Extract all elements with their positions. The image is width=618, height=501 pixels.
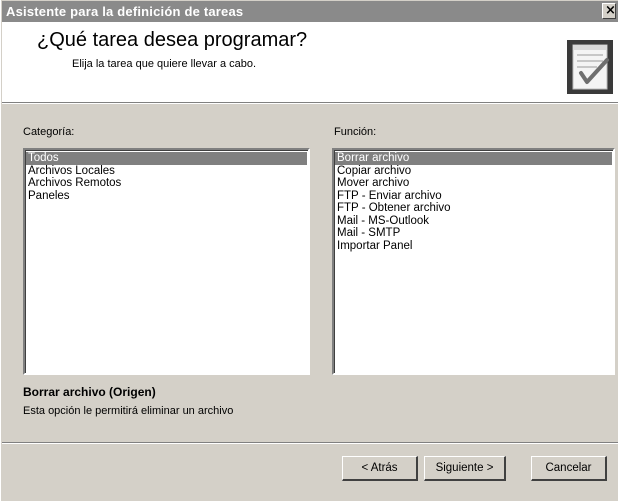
next-button[interactable]: Siguiente > — [424, 456, 506, 481]
close-icon: × — [605, 3, 616, 18]
task-description-text: Esta opción le permitirá eliminar un arc… — [23, 405, 234, 417]
list-item[interactable]: FTP - Obtener archivo — [335, 202, 612, 215]
categoria-listbox[interactable]: Todos Archivos Locales Archivos Remotos Pan… — [23, 148, 310, 375]
funcion-label: Función: — [334, 126, 377, 138]
list-item[interactable]: Copiar archivo — [335, 165, 612, 178]
list-item[interactable]: Importar Panel — [335, 240, 612, 253]
cancel-button[interactable]: Cancelar — [531, 456, 607, 481]
back-button[interactable]: < Atrás — [342, 456, 418, 481]
back-button-label: < Atrás — [361, 461, 398, 474]
list-item[interactable]: Todos — [26, 152, 307, 165]
task-description-title: Borrar archivo (Origen) — [23, 385, 156, 399]
checklist-icon — [567, 40, 613, 94]
list-item[interactable]: Mail - MS-Outlook — [335, 215, 612, 228]
footer-separator — [2, 442, 618, 444]
list-item[interactable]: Paneles — [26, 190, 307, 203]
categoria-label: Categoría: — [23, 126, 75, 138]
list-item[interactable]: Mover archivo — [335, 177, 612, 190]
list-item[interactable]: FTP - Enviar archivo — [335, 190, 612, 203]
window-title: Asistente para la definición de tareas — [6, 4, 244, 19]
wizard-header: ¿Qué tarea desea programar? Elija la tar… — [2, 22, 618, 102]
close-button[interactable]: × — [602, 3, 616, 19]
title-bar[interactable]: Asistente para la definición de tareas × — [2, 1, 618, 22]
list-item[interactable]: Mail - SMTP — [335, 227, 612, 240]
header-separator — [2, 102, 618, 104]
list-item[interactable]: Borrar archivo — [335, 152, 612, 165]
cancel-button-label: Cancelar — [545, 461, 592, 474]
wizard-dialog: Asistente para la definición de tareas ×… — [0, 0, 618, 501]
list-item[interactable]: Archivos Locales — [26, 165, 307, 178]
next-button-label: Siguiente > — [435, 461, 494, 474]
header-subtitle: Elija la tarea que quiere llevar a cabo. — [72, 58, 257, 70]
header-title: ¿Qué tarea desea programar? — [37, 29, 308, 51]
funcion-listbox[interactable]: Borrar archivo Copiar archivo Mover archiv… — [332, 148, 615, 375]
list-item[interactable]: Archivos Remotos — [26, 177, 307, 190]
